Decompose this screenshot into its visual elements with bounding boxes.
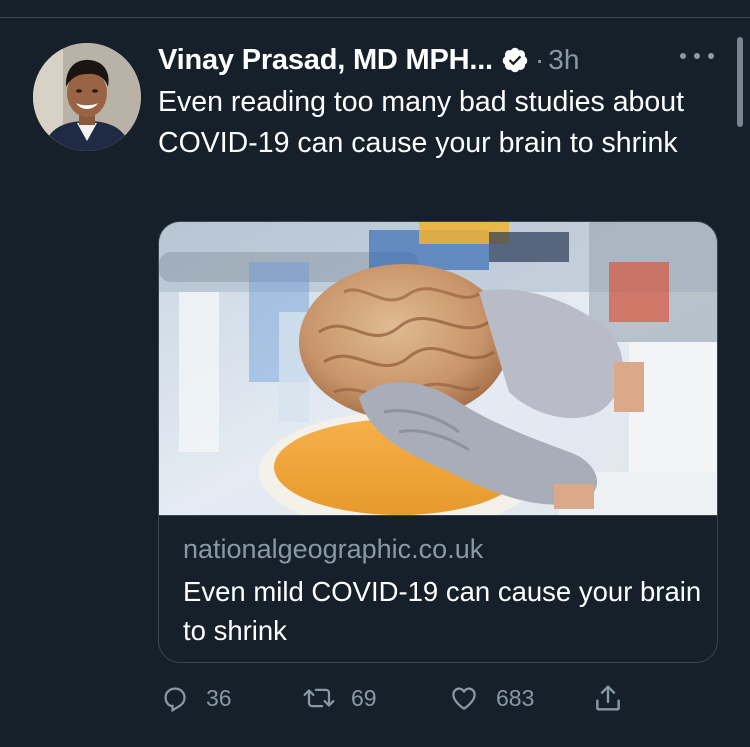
card-domain: nationalgeographic.co.uk bbox=[183, 534, 484, 564]
separator-dot: · bbox=[534, 44, 545, 75]
retweet-count: 69 bbox=[351, 684, 377, 711]
tweet-time[interactable]: 3h bbox=[548, 44, 579, 76]
tweet[interactable]: Vinay Prasad, MD MPH... · 3h Even readin… bbox=[0, 18, 750, 747]
link-card[interactable]: nationalgeographic.co.uk Even mild COVID… bbox=[158, 221, 718, 663]
card-image[interactable] bbox=[159, 222, 717, 515]
share-button[interactable] bbox=[592, 678, 624, 718]
author-name[interactable]: Vinay Prasad, MD MPH... bbox=[158, 44, 493, 77]
reply-icon bbox=[160, 683, 190, 713]
more-horizontal-icon[interactable] bbox=[680, 50, 714, 62]
card-divider bbox=[159, 515, 717, 516]
heart-icon bbox=[448, 683, 480, 713]
avatar[interactable] bbox=[33, 43, 141, 151]
like-count: 683 bbox=[496, 684, 535, 711]
card-title: Even mild COVID-19 can cause your brain … bbox=[183, 576, 702, 646]
retweet-button[interactable]: 69 bbox=[301, 678, 377, 718]
share-icon bbox=[592, 682, 624, 714]
reply-button[interactable]: 36 bbox=[160, 678, 232, 718]
tweet-actions: 36 69 683 bbox=[158, 678, 638, 718]
tweet-header: Vinay Prasad, MD MPH... · 3h bbox=[158, 40, 579, 80]
verified-badge-icon bbox=[501, 46, 529, 74]
scrollbar[interactable] bbox=[737, 37, 743, 127]
retweet-icon bbox=[301, 683, 337, 713]
like-button[interactable]: 683 bbox=[448, 678, 534, 718]
reply-count: 36 bbox=[206, 684, 232, 711]
tweet-text: Even reading too many bad studies about … bbox=[158, 86, 685, 159]
